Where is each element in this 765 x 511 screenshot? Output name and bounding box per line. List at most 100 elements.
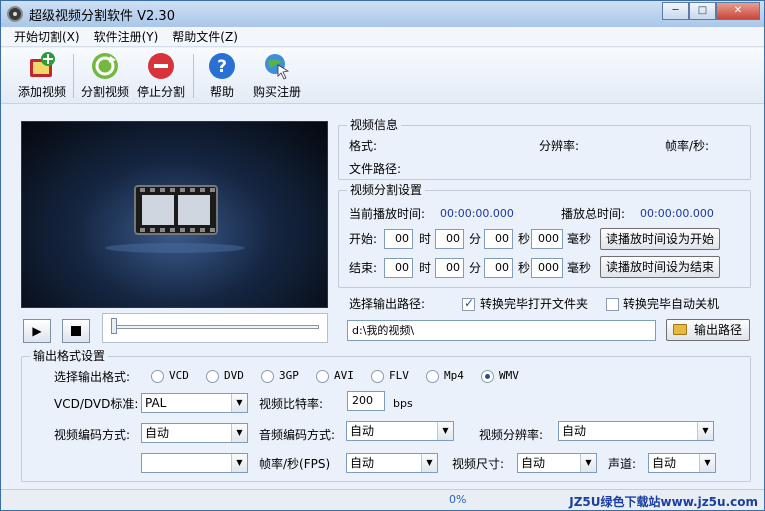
end-minute-input[interactable]: 00 [435,258,464,278]
audio-codec-select[interactable]: 自动 ▼ [346,421,454,441]
video-codec-value: 自动 [145,426,170,440]
chevron-down-icon: ▼ [697,422,713,440]
partial-select[interactable]: ▼ [141,453,248,473]
chevron-down-icon: ▼ [231,454,247,472]
buy-register-label: 购买注册 [252,85,301,99]
split-video-button[interactable]: 分割视频 [78,51,132,101]
menu-start-cut[interactable]: 开始切割(X) [7,27,87,46]
format-settings-title: 输出格式设置 [30,349,109,363]
audio-codec-value: 自动 [350,424,375,438]
format-radio-wmv[interactable] [481,370,494,383]
ms-unit: 毫秒 [567,232,592,246]
video-size-label: 视频尺寸: [452,457,505,471]
second-unit: 秒 [518,261,531,275]
auto-shutdown-label: 转换完毕自动关机 [623,297,720,311]
video-size-value: 自动 [521,456,546,470]
menu-bar: 开始切割(X) 软件注册(Y) 帮助文件(Z) [1,27,764,47]
video-preview[interactable] [21,121,328,308]
start-label: 开始: [349,232,378,246]
video-codec-select[interactable]: 自动 ▼ [141,423,248,443]
output-path-button-label: 输出路径 [693,323,742,337]
start-ms-input[interactable]: 000 [531,229,563,249]
fps-setting-label: 帧率/秒(FPS) [259,457,331,471]
format-radio-mp4[interactable] [426,370,439,383]
folder-icon [673,324,687,335]
format-radio-dvd[interactable] [206,370,219,383]
start-hour-input[interactable]: 00 [384,229,413,249]
output-path-button[interactable]: 输出路径 [666,319,750,341]
standard-label: VCD/DVD标准: [54,397,139,411]
format-radio-vcd[interactable] [151,370,164,383]
video-size-select[interactable]: 自动 ▼ [517,453,597,473]
start-second-input[interactable]: 00 [484,229,513,249]
second-unit: 秒 [518,232,531,246]
current-time-label: 当前播放时间: [349,207,426,221]
window-title: 超级视频分割软件 V2.30 [29,9,175,24]
format-label-wmv: WMV [499,369,519,382]
chevron-down-icon: ▼ [699,454,715,472]
minute-unit: 分 [469,261,482,275]
add-video-label: 添加视频 [17,85,66,99]
choose-format-label: 选择输出格式: [54,370,131,384]
stop-button[interactable] [62,319,90,343]
bitrate-input[interactable]: 200 [347,391,385,411]
format-label-vcd: VCD [169,369,189,382]
standard-select[interactable]: PAL ▼ [141,393,248,413]
video-resolution-select[interactable]: 自动 ▼ [558,421,714,441]
format-label-dvd: DVD [224,369,244,382]
close-button[interactable]: ✕ [716,2,760,20]
film-reel-icon [7,6,23,22]
title-bar[interactable]: 超级视频分割软件 V2.30 ─ □ ✕ [1,1,764,27]
slider-thumb[interactable] [111,318,117,334]
end-label: 结束: [349,261,378,275]
playback-slider[interactable] [102,313,328,343]
menu-help[interactable]: 帮助文件(Z) [165,27,245,46]
set-start-button[interactable]: 读播放时间设为开始 [600,228,720,250]
output-path-input[interactable]: d:\我的视频\ [347,320,656,341]
add-video-button[interactable]: 添加视频 [15,51,69,101]
minimize-button[interactable]: ─ [662,2,689,20]
add-film-icon [26,51,58,81]
film-strip-logo [105,185,245,253]
chevron-down-icon: ▼ [231,394,247,412]
status-bar: 0% JZ5U绿色下载站www.jz5u.com [1,489,764,510]
menu-register[interactable]: 软件注册(Y) [87,27,166,46]
chevron-down-icon: ▼ [231,424,247,442]
channel-label: 声道: [608,457,637,471]
format-radio-flv[interactable] [371,370,384,383]
format-label-3gp: 3GP [279,369,299,382]
format-label: 格式: [349,139,378,153]
help-button[interactable]: ? 帮助 [201,51,243,101]
help-label: 帮助 [209,85,234,99]
video-resolution-value: 自动 [562,424,587,438]
auto-shutdown-checkbox[interactable] [606,298,619,311]
slider-track [111,325,319,329]
hour-unit: 时 [419,232,432,246]
ms-unit: 毫秒 [567,261,592,275]
progress-percent: 0% [449,493,467,506]
end-hour-input[interactable]: 00 [384,258,413,278]
current-time-value: 00:00:00.000 [440,207,514,220]
end-ms-input[interactable]: 000 [531,258,563,278]
format-label-mp4: Mp4 [444,369,464,382]
stop-split-button[interactable]: 停止分割 [134,51,188,101]
open-folder-checkbox[interactable] [462,296,475,311]
format-label-flv: FLV [389,369,409,382]
end-second-input[interactable]: 00 [484,258,513,278]
format-radio-3gp[interactable] [261,370,274,383]
fps-select[interactable]: 自动 ▼ [346,453,438,473]
main-window: 超级视频分割软件 V2.30 ─ □ ✕ 开始切割(X) 软件注册(Y) 帮助文… [0,0,765,511]
stop-split-label: 停止分割 [136,85,185,99]
format-radio-avi[interactable] [316,370,329,383]
channel-select[interactable]: 自动 ▼ [648,453,716,473]
set-end-button[interactable]: 读播放时间设为结束 [600,256,720,278]
start-minute-input[interactable]: 00 [435,229,464,249]
toolbar-divider [193,54,194,98]
chevron-down-icon: ▼ [437,422,453,440]
buy-register-button[interactable]: 购买注册 [249,51,305,101]
globe-cursor-icon [261,51,293,81]
maximize-button[interactable]: □ [689,2,716,20]
resolution-label: 分辨率: [539,139,580,153]
total-time-value: 00:00:00.000 [640,207,714,220]
play-button[interactable]: ▶ [23,319,51,343]
